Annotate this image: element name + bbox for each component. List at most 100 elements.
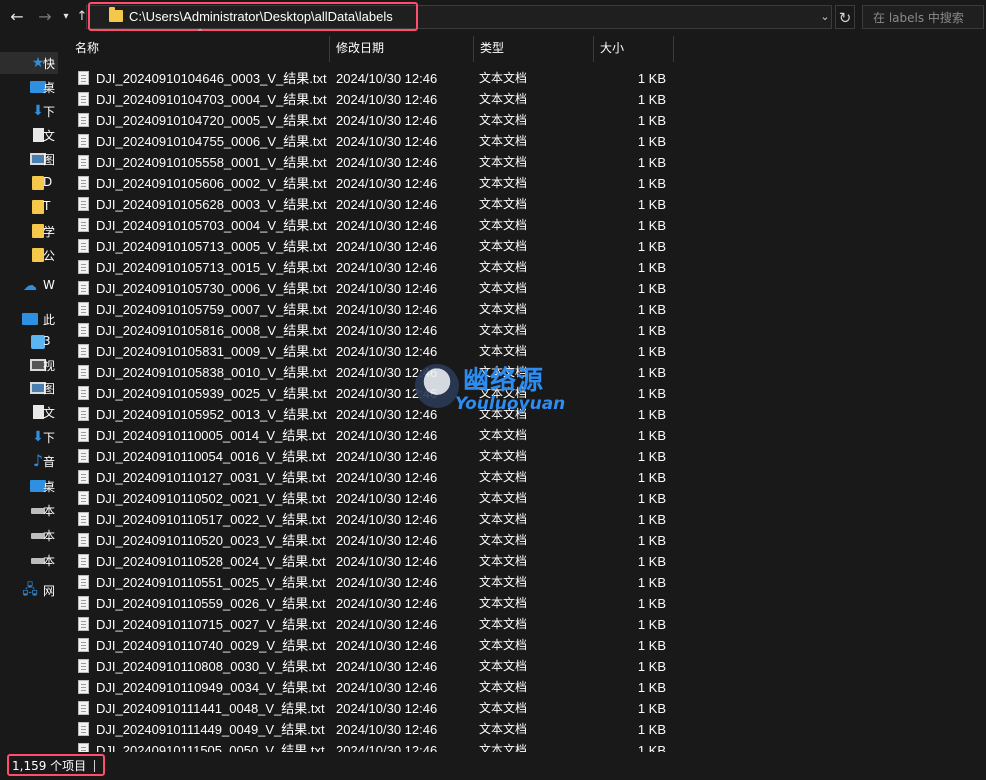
file-row[interactable]: DJI_20240910110054_0016_V_结果.txt 2024/10/… bbox=[58, 446, 986, 467]
file-type: 文本文档 bbox=[479, 533, 528, 547]
file-name: DJI_20240910110054_0016_V_结果.txt bbox=[96, 449, 326, 464]
sidebar-item-drive-e[interactable]: 本 bbox=[0, 549, 58, 571]
file-row[interactable]: DJI_20240910105703_0004_V_结果.txt 2024/10/… bbox=[58, 215, 986, 236]
sidebar-item-folder-study[interactable]: 学 bbox=[0, 220, 58, 242]
file-row[interactable]: DJI_20240910104646_0003_V_结果.txt 2024/10/… bbox=[58, 68, 986, 89]
file-size: 1 KB bbox=[637, 218, 666, 233]
forward-button[interactable]: → bbox=[34, 5, 56, 29]
file-type: 文本文档 bbox=[479, 218, 528, 232]
sidebar-item-downloads[interactable]: ⬇ 下 bbox=[0, 100, 58, 122]
sidebar-item-videos[interactable]: 视 bbox=[0, 354, 58, 376]
file-row[interactable]: DJI_20240910111505_0050_V_结果.txt 2024/10/… bbox=[58, 740, 986, 752]
file-row[interactable]: DJI_20240910105713_0015_V_结果.txt 2024/10/… bbox=[58, 257, 986, 278]
file-row[interactable]: DJI_20240910105831_0009_V_结果.txt 2024/10/… bbox=[58, 341, 986, 362]
text-file-icon bbox=[78, 92, 89, 106]
file-type: 文本文档 bbox=[479, 491, 528, 505]
file-size: 1 KB bbox=[637, 638, 666, 653]
file-row[interactable]: DJI_20240910104755_0006_V_结果.txt 2024/10/… bbox=[58, 131, 986, 152]
sidebar-item-label: 文 bbox=[43, 406, 56, 420]
file-name: DJI_20240910105628_0003_V_结果.txt bbox=[96, 197, 327, 212]
file-date: 2024/10/30 12:46 bbox=[336, 638, 438, 653]
file-row[interactable]: DJI_20240910105628_0003_V_结果.txt 2024/10/… bbox=[58, 194, 986, 215]
file-row[interactable]: DJI_20240910110005_0014_V_结果.txt 2024/10/… bbox=[58, 425, 986, 446]
sidebar-item-drive-c[interactable]: 本 bbox=[0, 499, 58, 521]
sidebar-item-pictures[interactable]: 图 bbox=[0, 148, 58, 170]
file-name: DJI_20240910104646_0003_V_结果.txt bbox=[96, 71, 327, 86]
file-type: 文本文档 bbox=[479, 638, 528, 652]
file-row[interactable]: DJI_20240910105952_0013_V_结果.txt 2024/10/… bbox=[58, 404, 986, 425]
file-row[interactable]: DJI_20240910111449_0049_V_结果.txt 2024/10/… bbox=[58, 719, 986, 740]
sidebar-item-desktop-pc[interactable]: 桌 bbox=[0, 475, 58, 497]
column-size[interactable]: 大小 bbox=[600, 34, 672, 62]
file-name: DJI_20240910110528_0024_V_结果.txt bbox=[96, 554, 326, 569]
sidebar-item-quick-access[interactable]: ★ 快 bbox=[0, 52, 58, 74]
file-row[interactable]: DJI_20240910105730_0006_V_结果.txt 2024/10/… bbox=[58, 278, 986, 299]
file-row[interactable]: DJI_20240910105759_0007_V_结果.txt 2024/10/… bbox=[58, 299, 986, 320]
file-row[interactable]: DJI_20240910110715_0027_V_结果.txt 2024/10/… bbox=[58, 614, 986, 635]
refresh-button[interactable]: ↻ bbox=[835, 5, 855, 29]
column-date-modified[interactable]: 修改日期 bbox=[336, 34, 472, 62]
file-row[interactable]: DJI_20240910110127_0031_V_结果.txt 2024/10/… bbox=[58, 467, 986, 488]
column-header: ⌃ 名称 修改日期 类型 大小 bbox=[58, 28, 986, 62]
file-row[interactable]: DJI_20240910105838_0010_V_结果.txt 2024/10/… bbox=[58, 362, 986, 383]
text-file-icon bbox=[78, 365, 89, 379]
file-row[interactable]: DJI_20240910111441_0048_V_结果.txt 2024/10/… bbox=[58, 698, 986, 719]
column-divider[interactable] bbox=[473, 36, 474, 62]
file-type: 文本文档 bbox=[479, 449, 528, 463]
file-row[interactable]: DJI_20240910110520_0023_V_结果.txt 2024/10/… bbox=[58, 530, 986, 551]
file-row[interactable]: DJI_20240910110949_0034_V_结果.txt 2024/10/… bbox=[58, 677, 986, 698]
file-row[interactable]: DJI_20240910104703_0004_V_结果.txt 2024/10/… bbox=[58, 89, 986, 110]
column-name[interactable]: 名称 bbox=[75, 34, 327, 62]
back-button[interactable]: ← bbox=[6, 5, 28, 29]
text-file-icon bbox=[78, 155, 89, 169]
file-row[interactable]: DJI_20240910105606_0002_V_结果.txt 2024/10/… bbox=[58, 173, 986, 194]
sidebar-item-downloads-pc[interactable]: ⬇ 下 bbox=[0, 426, 58, 448]
file-row[interactable]: DJI_20240910110551_0025_V_结果.txt 2024/10/… bbox=[58, 572, 986, 593]
column-divider[interactable] bbox=[673, 36, 674, 62]
file-type: 文本文档 bbox=[479, 701, 528, 715]
address-dropdown-button[interactable]: ⌄ bbox=[816, 5, 834, 29]
recent-locations-button[interactable]: ▾ bbox=[58, 5, 74, 29]
sidebar-item-label: 图 bbox=[43, 153, 56, 167]
column-date-label: 修改日期 bbox=[336, 41, 385, 55]
search-input[interactable]: 在 labels 中搜索 bbox=[862, 5, 984, 29]
file-name: DJI_20240910105838_0010_V_结果.txt bbox=[96, 365, 327, 380]
file-row[interactable]: DJI_20240910105558_0001_V_结果.txt 2024/10/… bbox=[58, 152, 986, 173]
file-row[interactable]: DJI_20240910110808_0030_V_结果.txt 2024/10/… bbox=[58, 656, 986, 677]
column-type[interactable]: 类型 bbox=[480, 34, 592, 62]
file-row[interactable]: DJI_20240910110559_0026_V_结果.txt 2024/10/… bbox=[58, 593, 986, 614]
sidebar-item-label: 音 bbox=[43, 455, 56, 469]
search-placeholder: 在 labels 中搜索 bbox=[873, 11, 964, 25]
sidebar-item-desktop[interactable]: 桌 bbox=[0, 76, 58, 98]
sidebar-item-folder-d[interactable]: D bbox=[0, 172, 58, 194]
sidebar-item-documents-pc[interactable]: 文 bbox=[0, 401, 58, 423]
file-row[interactable]: DJI_20240910105816_0008_V_结果.txt 2024/10/… bbox=[58, 320, 986, 341]
file-row[interactable]: DJI_20240910110517_0022_V_结果.txt 2024/10/… bbox=[58, 509, 986, 530]
sidebar-item-3d-objects[interactable]: 3 bbox=[0, 331, 58, 353]
column-divider[interactable] bbox=[329, 36, 330, 62]
file-date: 2024/10/30 12:46 bbox=[336, 533, 438, 548]
file-row[interactable]: DJI_20240910105939_0025_V_结果.txt 2024/10/… bbox=[58, 383, 986, 404]
sidebar-item-folder-t[interactable]: T bbox=[0, 196, 58, 218]
text-file-icon bbox=[78, 302, 89, 316]
sidebar-item-this-pc[interactable]: 此 bbox=[0, 308, 58, 330]
file-row[interactable]: DJI_20240910110528_0024_V_结果.txt 2024/10/… bbox=[58, 551, 986, 572]
file-row[interactable]: DJI_20240910104720_0005_V_结果.txt 2024/10/… bbox=[58, 110, 986, 131]
text-file-icon bbox=[78, 512, 89, 526]
sidebar-item-label: 快 bbox=[43, 57, 56, 71]
sidebar-item-music[interactable]: ♪ 音 bbox=[0, 450, 58, 472]
sidebar-item-pictures-pc[interactable]: 图 bbox=[0, 377, 58, 399]
file-row[interactable]: DJI_20240910105713_0005_V_结果.txt 2024/10/… bbox=[58, 236, 986, 257]
sidebar-item-documents[interactable]: 文 bbox=[0, 124, 58, 146]
sidebar-item-drive-d[interactable]: 本 bbox=[0, 524, 58, 546]
column-divider[interactable] bbox=[593, 36, 594, 62]
file-row[interactable]: DJI_20240910110502_0021_V_结果.txt 2024/10/… bbox=[58, 488, 986, 509]
file-row[interactable]: DJI_20240910110740_0029_V_结果.txt 2024/10/… bbox=[58, 635, 986, 656]
text-file-icon bbox=[78, 554, 89, 568]
text-file-icon bbox=[78, 701, 89, 715]
sidebar-item-onedrive[interactable]: ☁ W bbox=[0, 275, 58, 297]
text-file-icon bbox=[78, 281, 89, 295]
file-type: 文本文档 bbox=[479, 260, 528, 274]
sidebar-item-network[interactable]: 🖧 网 bbox=[0, 579, 58, 601]
sidebar-item-folder-public[interactable]: 公 bbox=[0, 244, 58, 266]
